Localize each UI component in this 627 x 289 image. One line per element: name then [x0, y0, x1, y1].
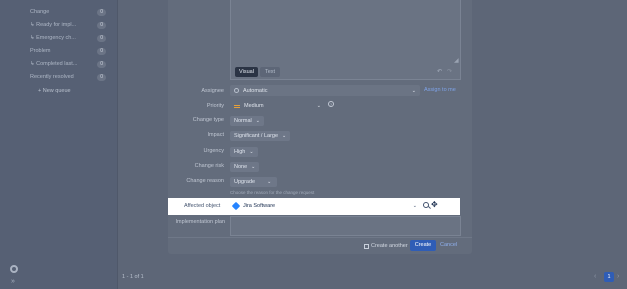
- sidebar-item-recently-resolved[interactable]: Recently resolved 0: [30, 72, 110, 82]
- help-icon[interactable]: ?: [328, 101, 334, 107]
- priority-label: Priority: [206, 103, 224, 109]
- chevron-down-icon: ⌄: [316, 103, 321, 109]
- chevron-left-icon[interactable]: ‹: [594, 273, 596, 280]
- change-reason-label: Change reason: [186, 178, 224, 184]
- cancel-button[interactable]: Cancel: [440, 242, 457, 248]
- change-reason-hint: Choose the reason for the change request: [230, 190, 315, 195]
- assignee-value: Automatic: [243, 87, 268, 94]
- pagination-text: 1 - 1 of 1: [122, 274, 144, 280]
- queue-count: 0: [97, 21, 106, 29]
- priority-medium-icon: [234, 104, 240, 108]
- new-queue-button[interactable]: + New queue: [38, 88, 71, 94]
- implementation-plan-field[interactable]: [230, 216, 461, 236]
- checkbox-box[interactable]: [364, 243, 369, 249]
- assignee-select[interactable]: Automatic ⌄: [230, 85, 420, 96]
- chevron-down-icon: ⌄: [411, 87, 416, 94]
- sidebar-item-ready-for-impl[interactable]: ↳ Ready for impl... 0: [30, 20, 110, 30]
- assign-to-me-link[interactable]: Assign to me: [424, 87, 456, 93]
- chevron-right-icon[interactable]: ›: [617, 273, 619, 280]
- double-chevron-right-icon[interactable]: »: [11, 278, 15, 285]
- sidebar-item-emergency[interactable]: ↳ Emergency ch... 0: [30, 33, 110, 43]
- jira-software-icon: [231, 201, 241, 211]
- queue-label: Change: [30, 9, 50, 15]
- change-type-value: Normal: [234, 117, 252, 124]
- change-reason-value: Upgrade: [234, 178, 256, 185]
- urgency-select[interactable]: High ⌄: [230, 146, 258, 157]
- chevron-down-icon: ⌄: [251, 163, 256, 170]
- chevron-down-icon: ⌄: [249, 148, 254, 155]
- assignee-label: Assignee: [201, 88, 224, 94]
- queue-count: 0: [97, 73, 106, 81]
- resize-handle-icon[interactable]: ◢: [454, 57, 459, 64]
- urgency-value: High: [234, 148, 246, 155]
- page-button-current[interactable]: 1: [604, 272, 614, 282]
- sidebar: Change 0 ↳ Ready for impl... 0 ↳ Emergen…: [0, 0, 118, 289]
- move-cursor-icon: ✥: [431, 200, 438, 209]
- queue-label: ↳ Completed last...: [30, 61, 78, 67]
- priority-value: Medium: [244, 103, 264, 109]
- change-risk-select[interactable]: None ⌄: [230, 161, 260, 172]
- undo-icon[interactable]: ↶: [437, 68, 442, 75]
- visual-mode-button[interactable]: Visual: [235, 67, 258, 77]
- queue-label: ↳ Emergency ch...: [30, 35, 76, 41]
- queue-label: ↳ Ready for impl...: [30, 22, 77, 28]
- chevron-down-icon: ⌄: [267, 178, 272, 185]
- queue-count: 0: [97, 47, 106, 55]
- create-button[interactable]: Create: [410, 240, 436, 251]
- queue-count: 0: [97, 34, 106, 42]
- user-icon: [234, 88, 239, 93]
- sidebar-item-change[interactable]: Change 0: [30, 7, 110, 17]
- impact-select[interactable]: Significant / Large ⌄: [230, 130, 291, 141]
- impact-label: Impact: [207, 132, 224, 138]
- implementation-plan-label: Implementation plan: [175, 219, 225, 225]
- change-risk-value: None: [234, 163, 248, 170]
- affected-object-select[interactable]: Jira Software ⌄: [230, 200, 420, 212]
- create-another-checkbox[interactable]: Create another: [364, 243, 408, 249]
- chevron-down-icon: ⌄: [412, 203, 417, 209]
- queue-label: Recently resolved: [30, 74, 74, 80]
- redo-icon[interactable]: ↷: [447, 68, 452, 75]
- affected-object-value: Jira Software: [243, 203, 276, 209]
- sidebar-item-completed[interactable]: ↳ Completed last... 0: [30, 59, 110, 69]
- queue-count: 0: [97, 60, 106, 68]
- urgency-label: Urgency: [203, 148, 224, 154]
- chevron-down-icon: ⌄: [255, 117, 260, 124]
- change-type-select[interactable]: Normal ⌄: [230, 115, 264, 126]
- chevron-down-icon: ⌄: [282, 132, 287, 139]
- change-reason-select[interactable]: Upgrade ⌄: [230, 176, 278, 187]
- gear-icon[interactable]: [10, 265, 18, 273]
- affected-object-label: Affected object: [184, 203, 221, 209]
- change-type-label: Change type: [192, 117, 224, 123]
- impact-value: Significant / Large: [234, 132, 279, 139]
- queue-label: Problem: [30, 48, 51, 54]
- priority-select[interactable]: Medium ⌄: [230, 101, 325, 111]
- queue-count: 0: [97, 8, 106, 16]
- footer-divider: [168, 237, 472, 238]
- create-another-label: Create another: [371, 243, 408, 249]
- change-risk-label: Change risk: [194, 163, 224, 169]
- text-mode-button[interactable]: Text: [260, 67, 280, 77]
- sidebar-item-problem[interactable]: Problem 0: [30, 46, 110, 56]
